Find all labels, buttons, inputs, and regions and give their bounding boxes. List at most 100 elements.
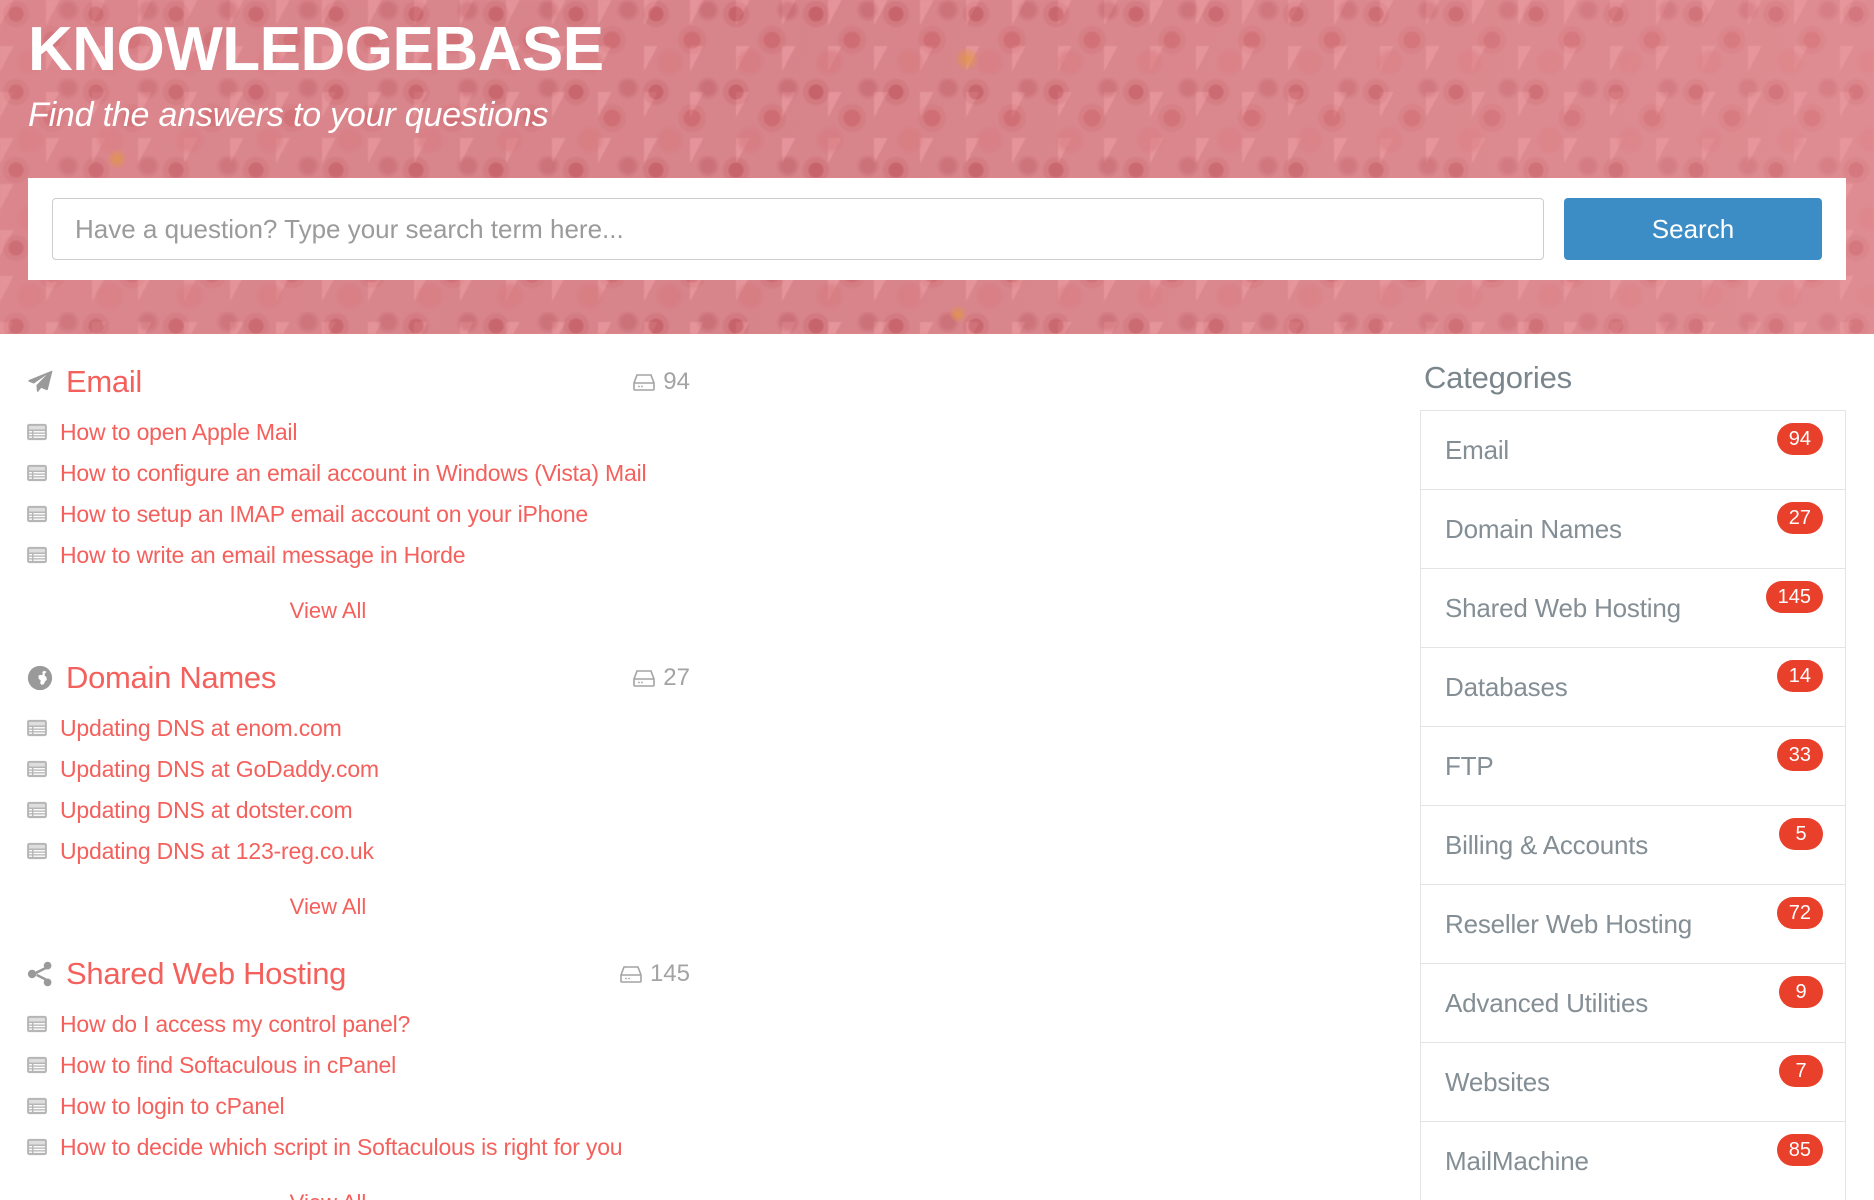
sidebar-item-billing-accounts[interactable]: Billing & Accounts 5	[1420, 805, 1846, 885]
sidebar-item-label: Shared Web Hosting	[1445, 592, 1681, 623]
article-icon	[26, 464, 60, 482]
section-title[interactable]: Shared Web Hosting	[66, 956, 346, 992]
article-icon	[26, 505, 60, 523]
article-list: Updating DNS at enom.com Updating DNS at…	[26, 708, 690, 871]
search-input[interactable]	[52, 198, 1544, 260]
list-item[interactable]: How to write an email message in Horde	[26, 535, 690, 575]
status-badge: 145	[1765, 581, 1823, 613]
section-shared-web-hosting: Shared Web Hosting 145 How do I access m…	[26, 948, 736, 1200]
view-all-link[interactable]: View All	[290, 894, 367, 919]
article-link[interactable]: How to configure an email account in Win…	[60, 460, 647, 487]
sidebar-item-advanced-utilities[interactable]: Advanced Utilities 9	[1420, 963, 1846, 1043]
status-badge: 72	[1776, 897, 1823, 929]
article-link[interactable]: Updating DNS at enom.com	[60, 715, 342, 742]
sidebar-item-reseller-web-hosting[interactable]: Reseller Web Hosting 72	[1420, 884, 1846, 964]
list-item[interactable]: How to find Softaculous in cPanel	[26, 1045, 690, 1085]
search-button[interactable]: Search	[1564, 198, 1822, 260]
view-all-wrap: View All	[26, 576, 690, 648]
article-link[interactable]: How to write an email message in Horde	[60, 542, 466, 569]
article-link[interactable]: Updating DNS at GoDaddy.com	[60, 756, 379, 783]
article-link[interactable]: How do I access my control panel?	[60, 1011, 410, 1038]
article-list: How do I access my control panel? How to…	[26, 1004, 690, 1167]
sidebar-item-label: Email	[1445, 434, 1510, 465]
article-link[interactable]: Updating DNS at dotster.com	[60, 797, 353, 824]
list-item[interactable]: How to decide which script in Softaculou…	[26, 1127, 690, 1167]
list-item[interactable]: How to open Apple Mail	[26, 412, 690, 452]
section-article-count: 94	[632, 368, 690, 396]
article-icon	[26, 842, 60, 860]
article-icon	[26, 719, 60, 737]
sidebar-item-shared-web-hosting[interactable]: Shared Web Hosting 145	[1420, 568, 1846, 648]
status-badge: 14	[1776, 660, 1823, 692]
page-body: Email 94 How to open Apple Mail How to c…	[0, 334, 1874, 1200]
hdd-icon	[632, 372, 656, 392]
sidebar-item-email[interactable]: Email 94	[1420, 410, 1846, 490]
sidebar-item-websites[interactable]: Websites 7	[1420, 1042, 1846, 1122]
sidebar-item-label: Domain Names	[1445, 513, 1622, 544]
count-value: 145	[649, 960, 690, 987]
section-article-count: 145	[619, 960, 690, 988]
count-value: 27	[663, 664, 690, 691]
count-value: 94	[663, 368, 690, 395]
sidebar-title: Categories	[1424, 360, 1572, 395]
hero-banner: KNOWLEDGEBASE Find the answers to your q…	[0, 0, 1874, 334]
list-item[interactable]: Updating DNS at enom.com	[26, 708, 690, 748]
sidebar-item-label: Billing & Accounts	[1445, 829, 1649, 860]
article-link[interactable]: Updating DNS at 123-reg.co.uk	[60, 838, 374, 865]
list-item[interactable]: Updating DNS at 123-reg.co.uk	[26, 831, 690, 871]
article-icon	[26, 423, 60, 441]
status-badge: 9	[1779, 976, 1823, 1008]
article-link[interactable]: How to login to cPanel	[60, 1093, 285, 1120]
hero-text-block: KNOWLEDGEBASE Find the answers to your q…	[0, 0, 1874, 135]
section-title[interactable]: Email	[66, 364, 142, 400]
sidebar-item-label: Websites	[1445, 1066, 1550, 1097]
view-all-wrap: View All	[26, 872, 690, 944]
view-all-link[interactable]: View All	[290, 598, 367, 623]
status-badge: 94	[1776, 423, 1823, 455]
list-item[interactable]: How do I access my control panel?	[26, 1004, 690, 1044]
status-badge: 5	[1779, 818, 1823, 850]
article-list: How to open Apple Mail How to configure …	[26, 412, 690, 575]
section-header: Email 94	[26, 356, 690, 408]
article-icon	[26, 546, 60, 564]
section-title[interactable]: Domain Names	[66, 660, 276, 696]
list-item[interactable]: Updating DNS at dotster.com	[26, 790, 690, 830]
article-icon	[26, 760, 60, 778]
sidebar-item-label: Advanced Utilities	[1445, 987, 1649, 1018]
article-link[interactable]: How to decide which script in Softaculou…	[60, 1134, 623, 1161]
hdd-icon	[632, 668, 656, 688]
article-link[interactable]: How to open Apple Mail	[60, 419, 297, 446]
list-item[interactable]: How to setup an IMAP email account on yo…	[26, 494, 690, 534]
status-badge: 27	[1776, 502, 1823, 534]
category-grid: Email 94 How to open Apple Mail How to c…	[0, 356, 1420, 1200]
sidebar-item-databases[interactable]: Databases 14	[1420, 647, 1846, 727]
share-alt-icon	[26, 959, 62, 989]
article-icon	[26, 1056, 60, 1074]
section-article-count: 27	[632, 664, 690, 692]
sidebar-item-label: Reseller Web Hosting	[1445, 908, 1692, 939]
article-link[interactable]: How to find Softaculous in cPanel	[60, 1052, 396, 1079]
paper-plane-icon	[26, 367, 62, 397]
section-domain-names: Domain Names 27 Updating DNS at enom.com…	[26, 652, 736, 944]
globe-icon	[26, 663, 62, 693]
status-badge: 7	[1779, 1055, 1823, 1087]
view-all-link[interactable]: View All	[290, 1190, 367, 1200]
hdd-icon	[619, 964, 643, 984]
status-badge: 85	[1776, 1134, 1823, 1166]
list-item[interactable]: Updating DNS at GoDaddy.com	[26, 749, 690, 789]
page-tagline: Find the answers to your questions	[28, 96, 549, 135]
article-link[interactable]: How to setup an IMAP email account on yo…	[60, 501, 588, 528]
list-item[interactable]: How to configure an email account in Win…	[26, 453, 690, 493]
section-email: Email 94 How to open Apple Mail How to c…	[26, 356, 736, 648]
sidebar-item-label: FTP	[1445, 750, 1494, 781]
sidebar-item-domain-names[interactable]: Domain Names 27	[1420, 489, 1846, 569]
article-icon	[26, 1015, 60, 1033]
category-list: Email 94 Domain Names 27 Shared Web Host…	[1420, 410, 1846, 1200]
sidebar-item-mailmachine[interactable]: MailMachine 85	[1420, 1121, 1846, 1200]
sidebar-item-label: Databases	[1445, 671, 1568, 702]
sidebar-item-ftp[interactable]: FTP 33	[1420, 726, 1846, 806]
article-icon	[26, 1138, 60, 1156]
article-icon	[26, 1097, 60, 1115]
list-item[interactable]: How to login to cPanel	[26, 1086, 690, 1126]
view-all-wrap: View All	[26, 1168, 690, 1200]
